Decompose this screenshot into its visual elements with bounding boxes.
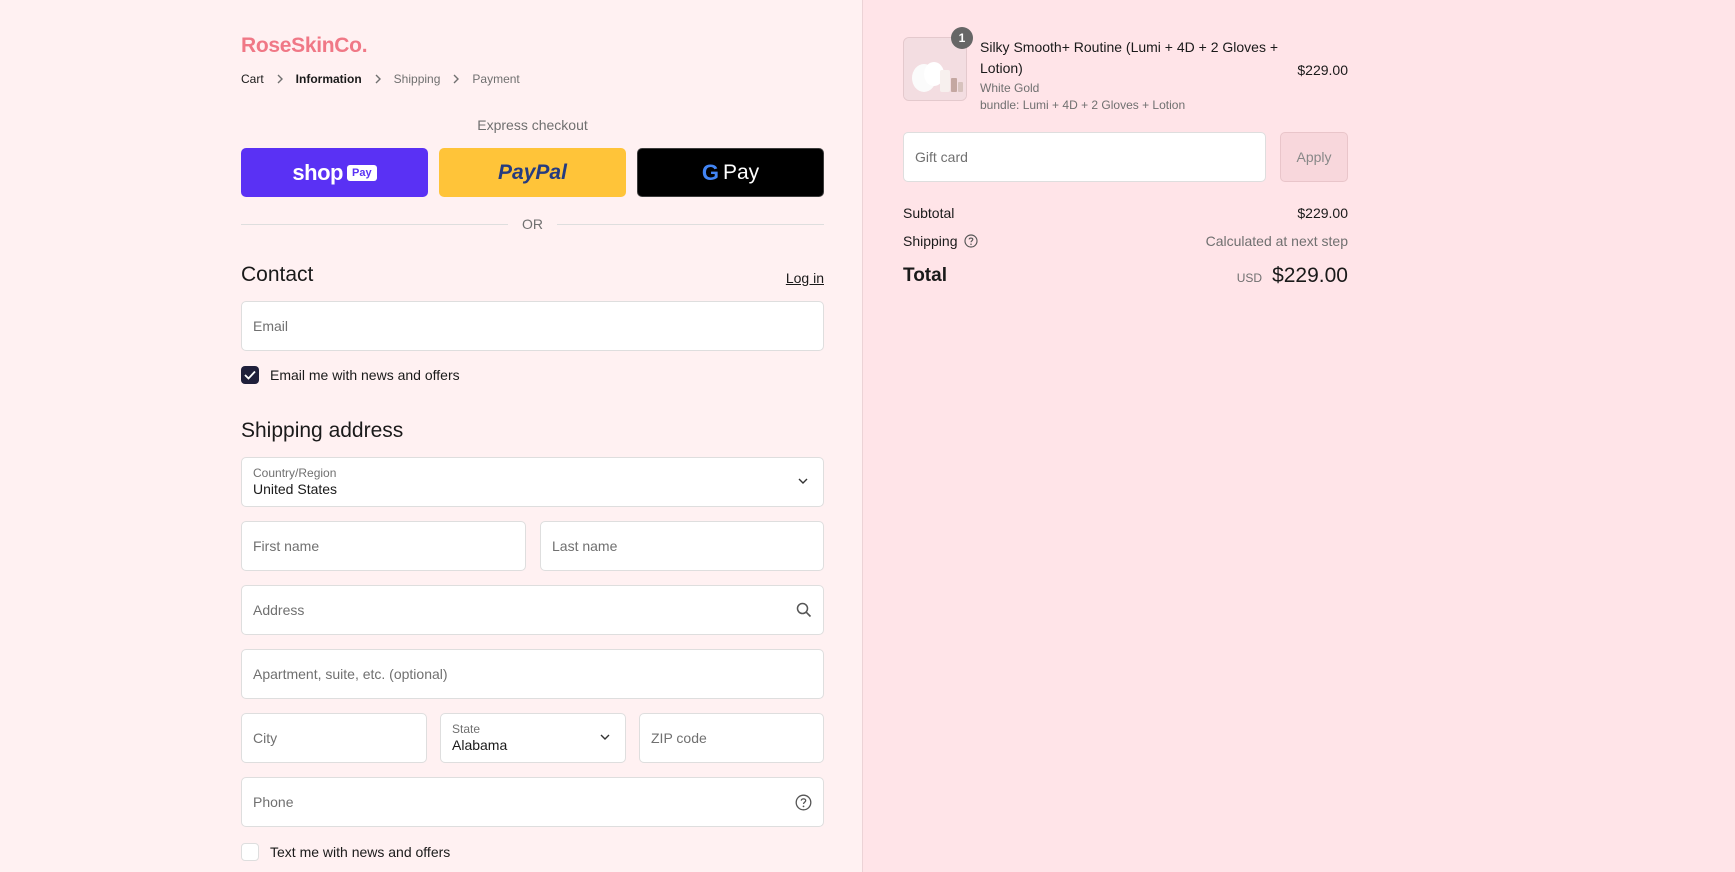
- product-price: $229.00: [1297, 62, 1348, 78]
- email-news-checkbox[interactable]: Email me with news and offers: [241, 366, 460, 384]
- email-field[interactable]: Email: [241, 301, 824, 351]
- address-field[interactable]: Address: [241, 585, 824, 635]
- subtotal-row: Subtotal $229.00: [903, 205, 1348, 221]
- breadcrumb-shipping: Shipping: [393, 72, 441, 86]
- subtotal-label: Subtotal: [903, 205, 955, 221]
- shipping-value: Calculated at next step: [1205, 233, 1348, 249]
- state-select[interactable]: State Alabama: [440, 713, 626, 763]
- help-circle-icon[interactable]: [795, 794, 812, 811]
- chevron-down-icon: [599, 731, 611, 743]
- shop-pay-logo: shop Pay: [292, 160, 377, 186]
- breadcrumb-cart[interactable]: Cart: [241, 72, 264, 86]
- express-payment-buttons: shop Pay PayPal G Pay: [241, 148, 824, 197]
- cart-line-item: 1 Silky Smooth+ Routine (Lumi + 4D + 2 G…: [903, 27, 1348, 117]
- order-summary-pane: 1 Silky Smooth+ Routine (Lumi + 4D + 2 G…: [862, 0, 1735, 872]
- paypal-button[interactable]: PayPal: [439, 148, 626, 197]
- google-g-icon: G: [701, 159, 719, 185]
- product-name: Silky Smooth+ Routine (Lumi + 4D + 2 Glo…: [980, 39, 1279, 76]
- country-select[interactable]: Country/Region United States: [241, 457, 824, 507]
- total-label: Total: [903, 265, 947, 286]
- checkbox-unchecked-icon[interactable]: [241, 843, 259, 861]
- chevron-right-icon: [276, 74, 284, 84]
- help-circle-icon[interactable]: [963, 234, 978, 248]
- apartment-field[interactable]: Apartment, suite, etc. (optional): [241, 649, 824, 699]
- checkout-form-pane: RoseSkinCo. Cart Information Shipping Pa…: [0, 0, 862, 872]
- checkbox-checked-icon[interactable]: [241, 366, 259, 384]
- chevron-right-icon: [374, 74, 382, 84]
- chevron-down-icon: [797, 475, 809, 487]
- shop-pay-button[interactable]: shop Pay: [241, 148, 428, 197]
- product-bundle: bundle: Lumi + 4D + 2 Gloves + Lotion: [980, 98, 1186, 112]
- breadcrumb-information: Information: [295, 72, 362, 86]
- last-name-field[interactable]: Last name: [540, 521, 824, 571]
- store-logo[interactable]: RoseSkinCo.: [241, 34, 368, 58]
- zip-code-field[interactable]: ZIP code: [639, 713, 824, 763]
- quantity-badge: 1: [951, 27, 973, 49]
- google-pay-logo: G Pay: [701, 159, 760, 185]
- search-icon[interactable]: [796, 602, 812, 618]
- express-checkout-label: Express checkout: [477, 117, 588, 133]
- or-divider: OR: [241, 215, 824, 233]
- paypal-logo: PayPal: [498, 160, 567, 184]
- apply-button[interactable]: Apply: [1280, 132, 1348, 182]
- google-pay-button[interactable]: G Pay: [637, 148, 824, 197]
- city-field[interactable]: City: [241, 713, 427, 763]
- breadcrumb-payment: Payment: [472, 72, 520, 86]
- first-name-field[interactable]: First name: [241, 521, 526, 571]
- log-in-link[interactable]: Log in: [786, 270, 824, 286]
- gift-card-field[interactable]: Gift card: [903, 132, 1266, 182]
- total-row: Total USD $229.00: [903, 264, 1348, 288]
- total-currency: USD: [1236, 271, 1263, 285]
- shipping-label: Shipping: [903, 233, 958, 249]
- chevron-right-icon: [452, 74, 460, 84]
- phone-field[interactable]: Phone: [241, 777, 824, 827]
- shipping-row: Shipping Calculated at next step: [903, 233, 1348, 249]
- breadcrumb: Cart Information Shipping Payment: [241, 72, 520, 86]
- text-news-checkbox[interactable]: Text me with news and offers: [241, 843, 450, 861]
- shipping-address-title: Shipping address: [241, 419, 404, 442]
- contact-title: Contact: [241, 263, 314, 286]
- subtotal-value: $229.00: [1297, 205, 1348, 221]
- product-variant: White Gold: [980, 81, 1040, 95]
- total-value: $229.00: [1272, 264, 1348, 287]
